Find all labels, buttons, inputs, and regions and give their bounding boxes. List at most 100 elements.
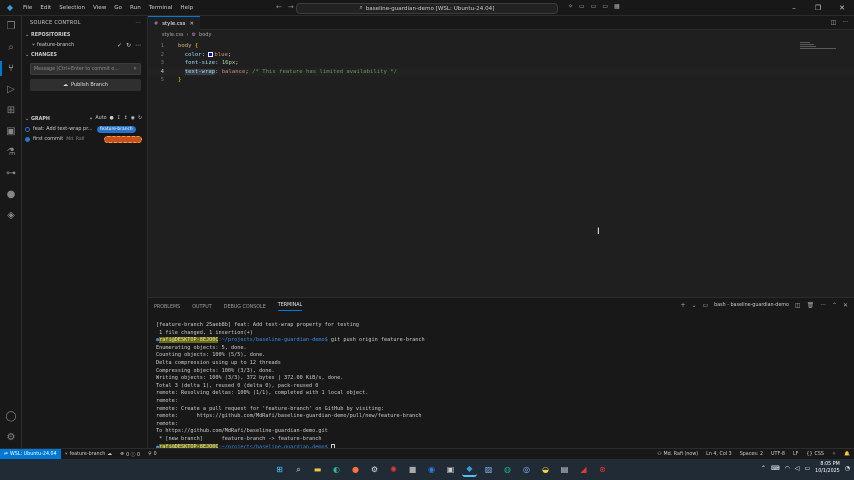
minimap[interactable] (800, 42, 840, 56)
edge-browser-icon[interactable]: ◐ (329, 462, 344, 477)
extensions-icon[interactable]: ⊞ (0, 100, 22, 121)
encoding-status[interactable]: UTF-8 (767, 452, 789, 457)
more-icon[interactable]: ⋯ (135, 42, 141, 49)
menu-selection[interactable]: Selection (55, 0, 89, 16)
file-explorer-icon[interactable]: ▬ (310, 462, 325, 477)
clock[interactable]: 8:05 PM 10/1/2025 (815, 461, 840, 475)
refresh-icon[interactable]: ↻ (126, 42, 131, 49)
copilot-icon[interactable]: ✧ (568, 3, 573, 10)
steam-icon[interactable]: ⚙ (367, 462, 382, 477)
kill-terminal-icon[interactable]: 🗑 (807, 302, 815, 309)
wifi-icon[interactable]: ◠ (785, 465, 790, 472)
remote-explorer-icon[interactable]: ▣ (0, 121, 22, 142)
menu-terminal[interactable]: Terminal (145, 0, 177, 16)
close-icon[interactable]: ✕ (830, 0, 854, 16)
publish-cloud-icon[interactable]: ☁ (107, 452, 112, 457)
app-bag-icon[interactable]: ▤ (557, 462, 572, 477)
close-tab-icon[interactable]: ✕ (189, 21, 194, 27)
branch-filter-icon[interactable]: ⑂ (90, 116, 93, 122)
tab-output[interactable]: OUTPUT (192, 305, 212, 310)
menu-help[interactable]: Help (176, 0, 197, 16)
terminal-name[interactable]: bash - baseline-guardian-demo (714, 303, 789, 308)
photos-icon[interactable]: ▨ (481, 462, 496, 477)
graph-pull-icon[interactable]: ↧ (117, 116, 121, 122)
github-icon[interactable]: ● (0, 184, 22, 205)
repositories-section-header[interactable]: ⌄ REPOSITORIES (22, 30, 147, 40)
git-graph-icon[interactable]: ⊶ (0, 163, 22, 184)
more-actions-icon[interactable]: ··· (135, 20, 141, 26)
menu-edit[interactable]: Edit (36, 0, 55, 16)
toggle-panel-icon[interactable]: ▭ (591, 3, 597, 10)
graph-push-icon[interactable]: ↥ (124, 116, 128, 122)
language-bar-icon[interactable]: ⌨ (771, 465, 780, 472)
tab-style-css[interactable]: # style.css ✕ (148, 16, 200, 30)
app-recorder-icon[interactable]: ⊛ (595, 462, 610, 477)
testing-icon[interactable]: ⚗ (0, 142, 22, 163)
command-center[interactable]: ⌕ baseline-guardian-demo [WSL: Ubuntu-24… (296, 3, 558, 14)
close-panel-icon[interactable]: ✕ (843, 302, 848, 309)
graph-refresh-icon[interactable]: ↻ (138, 116, 142, 122)
source-control-icon[interactable]: ⑂ (0, 58, 22, 79)
color-swatch-icon[interactable] (208, 51, 214, 57)
copilot-status-icon[interactable]: ✧ (828, 452, 840, 457)
branch-status[interactable]: ⑂ feature-branch ☁ (61, 451, 116, 458)
app-duck-icon[interactable]: ◒ (538, 462, 553, 477)
breadcrumb-symbol[interactable]: body (199, 32, 211, 38)
tab-terminal[interactable]: TERMINAL (277, 303, 303, 311)
back-arrow-icon[interactable]: ← (276, 3, 282, 11)
manage-gear-icon[interactable]: ⚙ (0, 427, 22, 448)
graph-eye-icon[interactable]: ◉ (131, 116, 135, 122)
firefox-icon[interactable]: ● (348, 462, 363, 477)
accounts-icon[interactable]: ◯ (0, 406, 22, 427)
changes-section-header[interactable]: ⌄ CHANGES (22, 50, 147, 60)
terminal-dropdown-icon[interactable]: ⌄ (691, 302, 696, 309)
commit-message-input[interactable]: Message (Ctrl+Enter to commit o... ✧ (30, 63, 141, 75)
indentation-status[interactable]: Spaces: 2 (736, 452, 767, 457)
split-editor-icon[interactable]: ◫ (831, 19, 837, 26)
tab-problems[interactable]: PROBLEMS (154, 305, 180, 310)
language-status[interactable]: {} CSS (802, 452, 828, 457)
app-teal-icon[interactable]: ◍ (500, 462, 515, 477)
graph-auto-label[interactable]: Auto (95, 116, 106, 122)
graph-fetch-icon[interactable]: ● (110, 116, 114, 122)
notifications-bell-icon[interactable]: 🔔 (840, 452, 854, 457)
app-dark-icon[interactable]: ■ (405, 462, 420, 477)
run-debug-icon[interactable]: ▷ (0, 79, 22, 100)
app-globe-icon[interactable]: ◎ (519, 462, 534, 477)
publish-branch-button[interactable]: ☁ Publish Branch (30, 79, 141, 91)
tray-chevron-up-icon[interactable]: ⌃ (761, 465, 766, 472)
app-puzzle-icon[interactable]: ◢ (576, 462, 591, 477)
app-red-icon[interactable]: ✺ (386, 462, 401, 477)
eol-status[interactable]: LF (789, 452, 802, 457)
sparkle-icon[interactable]: ✧ (133, 67, 137, 72)
commit-check-icon[interactable]: ✓ (117, 42, 122, 49)
cursor-position[interactable]: Ln 4, Col 3 (702, 452, 736, 457)
graph-section-header[interactable]: ⌄ GRAPH ⑂ Auto ● ↧ ↥ ◉ ↻ (22, 114, 148, 124)
restore-icon[interactable]: ❐ (806, 0, 830, 16)
remote-indicator[interactable]: ⇌ WSL: Ubuntu-24.04 (0, 448, 61, 460)
problems-status[interactable]: ⊗ 0 ⓘ 0 (116, 451, 144, 458)
new-terminal-icon[interactable]: + (680, 302, 685, 309)
menu-view[interactable]: View (89, 0, 110, 16)
maximize-panel-icon[interactable]: ⌃ (832, 302, 837, 309)
breadcrumb-file[interactable]: style.css (162, 32, 184, 38)
forward-arrow-icon[interactable]: → (288, 3, 294, 11)
ports-status[interactable]: ⚲ 0 (144, 452, 161, 457)
customize-layout-icon[interactable]: ▦ (614, 3, 620, 10)
battery-icon[interactable]: ▭ (804, 465, 810, 472)
explorer-icon[interactable]: ❐ (0, 16, 22, 37)
notification-center-icon[interactable]: ◔ (845, 465, 850, 472)
vscode-taskbar-icon[interactable]: ◆ (462, 462, 477, 477)
app-window-icon[interactable]: ▣ (443, 462, 458, 477)
search-icon[interactable]: ⌕ (291, 462, 306, 477)
more-actions-icon[interactable]: ··· (820, 302, 826, 309)
menu-go[interactable]: Go (110, 0, 126, 16)
terminal-output[interactable]: [feature-branch 25aeb8b] feat: Add text-… (156, 322, 846, 451)
toggle-sidebar-icon[interactable]: ▭ (579, 3, 585, 10)
menu-run[interactable]: Run (126, 0, 145, 16)
repository-row[interactable]: ⑂ feature-branch ✓ ↻ ⋯ (22, 40, 147, 50)
split-terminal-icon[interactable]: ◫ (795, 302, 801, 309)
tab-debug-console[interactable]: DEBUG CONSOLE (224, 305, 266, 310)
graph-commit-row[interactable]: feat: Add text-wrap pr... feature-branch (22, 124, 148, 134)
graph-commit-row[interactable]: first commit Md. Rafi (22, 134, 148, 144)
